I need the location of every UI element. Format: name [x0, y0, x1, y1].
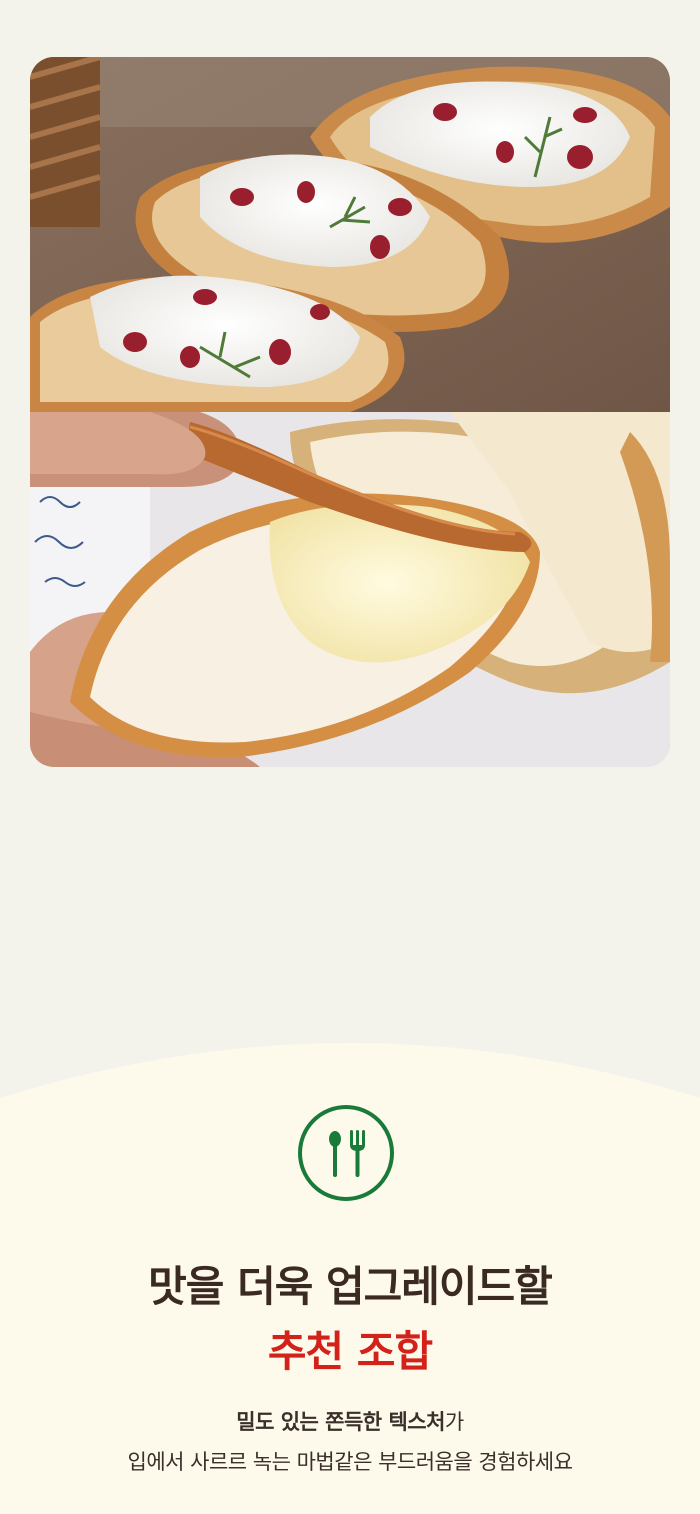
description-line-2: 입에서 사르르 녹는 마법같은 부드러움을 경험하세요: [127, 1450, 573, 1474]
recommendation-section: 맛을 더욱 업그레이드할 추천 조합 밀도 있는 쫀득한 텍스처가 입에서 사르…: [0, 1028, 700, 1514]
utensils-icon: [298, 1105, 394, 1201]
photo-card: [30, 57, 670, 767]
basket-edge: [30, 57, 101, 227]
spreading-photo: [30, 412, 670, 767]
description-highlight: 밀도 있는 쫀득한 텍스처: [236, 1410, 445, 1434]
headline-line-1: 맛을 더욱 업그레이드할: [148, 1262, 553, 1311]
description-line-1: 밀도 있는 쫀득한 텍스처가: [0, 1406, 700, 1436]
description-line-1-rest: 가: [444, 1410, 464, 1434]
crostini-photo: [30, 57, 670, 412]
headline-line-2: 추천 조합: [267, 1327, 433, 1376]
